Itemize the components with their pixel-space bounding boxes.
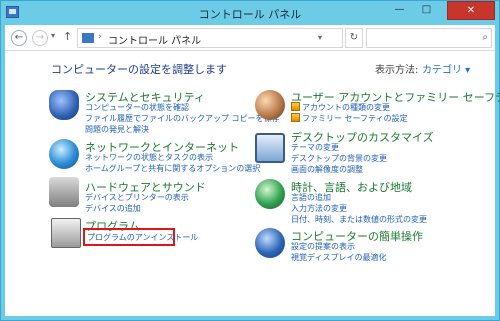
link-change-account-type[interactable]: アカウントの種類の変更 <box>291 102 390 113</box>
link-homegroup[interactable]: ホームグループと共有に関するオプションの選択 <box>85 163 260 174</box>
network-globe-icon[interactable] <box>49 139 79 169</box>
clock-globe-icon[interactable] <box>255 179 285 209</box>
link-network-status[interactable]: ネットワークの状態とタスクの表示 <box>85 152 213 163</box>
navigation-bar: ← → ▾ ↑ › コントロール パネル › ▾ ↻ ⌕ <box>5 25 495 51</box>
forward-button[interactable]: → <box>32 30 48 46</box>
uac-shield-icon <box>291 102 300 111</box>
link-change-background[interactable]: デスクトップの背景の変更 <box>291 153 387 164</box>
control-panel-small-icon <box>82 33 94 43</box>
link-check-status[interactable]: コンピューターの状態を確認 <box>85 102 189 113</box>
programs-icon[interactable] <box>51 218 81 248</box>
link-optimize-display[interactable]: 視覚ディスプレイの最適化 <box>291 252 386 263</box>
printer-icon[interactable] <box>49 177 79 207</box>
link-adjust-resolution[interactable]: 画面の解像度の調整 <box>291 164 363 175</box>
search-input[interactable]: ⌕ <box>366 28 492 48</box>
close-button[interactable]: ✕ <box>447 1 495 20</box>
maximize-button[interactable]: □ <box>413 1 440 20</box>
minimize-button[interactable]: — <box>386 1 413 20</box>
view-by-dropdown[interactable]: カテゴリ ▾ <box>422 61 470 76</box>
breadcrumb-control-panel[interactable]: コントロール パネル <box>108 32 201 47</box>
highlight-box <box>83 228 175 246</box>
desktop-icon[interactable] <box>255 133 285 163</box>
link-file-history[interactable]: ファイル履歴でファイルのバックアップ コピーを保存 <box>85 113 280 124</box>
link-change-theme[interactable]: テーマの変更 <box>291 142 339 153</box>
page-heading: コンピューターの設定を調整します <box>51 63 227 76</box>
breadcrumb-separator-icon[interactable]: › <box>175 32 179 42</box>
uac-shield-icon <box>291 113 300 122</box>
up-arrow-icon[interactable]: ↑ <box>63 30 72 43</box>
address-dropdown-icon[interactable]: ▾ <box>318 33 322 42</box>
link-label: ファミリー セーフティの設定 <box>302 114 408 123</box>
back-button[interactable]: ← <box>11 30 27 46</box>
refresh-button[interactable]: ↻ <box>345 28 363 48</box>
link-suggestions[interactable]: 設定の提案の表示 <box>291 241 355 252</box>
address-bar[interactable]: › コントロール パネル › ▾ <box>77 28 343 48</box>
link-date-time-format[interactable]: 日付、時刻、または数値の形式の変更 <box>291 214 427 225</box>
link-troubleshoot[interactable]: 問題の発見と解決 <box>85 124 149 135</box>
link-devices-printers[interactable]: デバイスとプリンターの表示 <box>85 192 189 203</box>
link-family-safety[interactable]: ファミリー セーフティの設定 <box>291 113 408 124</box>
users-icon[interactable] <box>255 90 285 120</box>
shield-icon[interactable] <box>49 90 79 120</box>
main-content: コンピューターの設定を調整します 表示方法: カテゴリ ▾ システムとセキュリテ… <box>5 51 500 316</box>
view-by-label: 表示方法: <box>375 65 419 76</box>
link-add-language[interactable]: 言語の追加 <box>291 192 331 203</box>
control-panel-window: コントロール パネル — □ ✕ ← → ▾ ↑ › コントロール パネル › … <box>0 0 500 321</box>
ease-of-access-icon[interactable] <box>255 228 285 258</box>
link-add-device[interactable]: デバイスの追加 <box>85 203 141 214</box>
link-label: アカウントの種類の変更 <box>302 103 390 112</box>
recent-locations-dropdown-icon[interactable]: ▾ <box>51 31 55 40</box>
title-bar: コントロール パネル — □ ✕ <box>1 1 499 25</box>
breadcrumb-separator-icon[interactable]: › <box>98 32 102 42</box>
search-icon[interactable]: ⌕ <box>482 32 488 43</box>
link-change-input[interactable]: 入力方法の変更 <box>291 203 347 214</box>
